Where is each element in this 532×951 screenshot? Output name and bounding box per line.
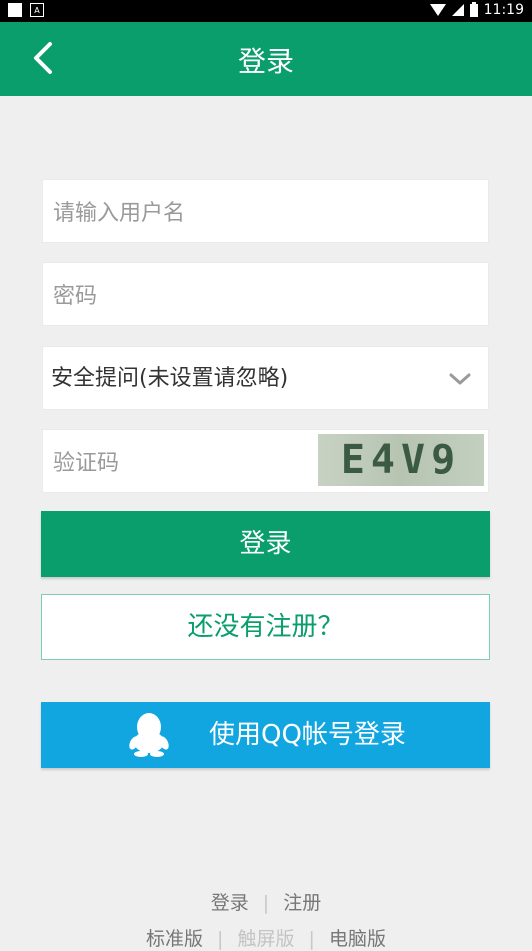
captcha-image[interactable]: E4V9 [318,434,484,486]
signal-icon [451,4,464,16]
clock: 11:19 [483,2,524,18]
footer-login-link[interactable]: 登录 [211,892,249,914]
password-input[interactable] [51,275,415,317]
battery-icon [469,1,478,17]
chevron-down-icon [449,373,471,385]
status-bar: A 11:19 [0,0,532,22]
footer-version-links: 标准版 | 触屏版 | 电脑版 [0,924,532,951]
notification-square-icon [8,3,22,17]
footer-auth-links: 登录 | 注册 [0,888,532,915]
version-desktop-link[interactable]: 电脑版 [329,928,386,950]
password-field-container [42,262,489,326]
qq-login-label: 使用QQ帐号登录 [209,720,406,750]
version-standard-link[interactable]: 标准版 [146,928,203,950]
login-button[interactable]: 登录 [41,511,490,577]
qq-login-button[interactable]: 使用QQ帐号登录 [41,702,490,768]
footer-separator: | [308,928,315,950]
qq-penguin-icon [129,713,169,757]
register-button[interactable]: 还没有注册？ [41,594,490,660]
footer-separator: | [217,928,224,950]
username-input[interactable] [51,192,415,234]
username-field-container [42,179,489,243]
footer-separator: | [262,892,270,914]
security-question-select[interactable]: 安全提问(未设置请忽略) [42,346,489,410]
version-touch-link[interactable]: 触屏版 [237,928,294,950]
status-indicators: 11:19 [429,1,524,18]
footer-register-link[interactable]: 注册 [283,892,321,914]
page-title: 登录 [237,45,294,78]
app-header: 登录 [0,22,532,96]
notification-a-icon: A [30,3,44,17]
wifi-icon [429,4,446,16]
security-question-value: 安全提问(未设置请忽略) [51,366,289,391]
captcha-field-container: E4V9 [42,429,489,493]
captcha-input[interactable] [51,442,295,484]
notification-icons: A [8,3,44,17]
